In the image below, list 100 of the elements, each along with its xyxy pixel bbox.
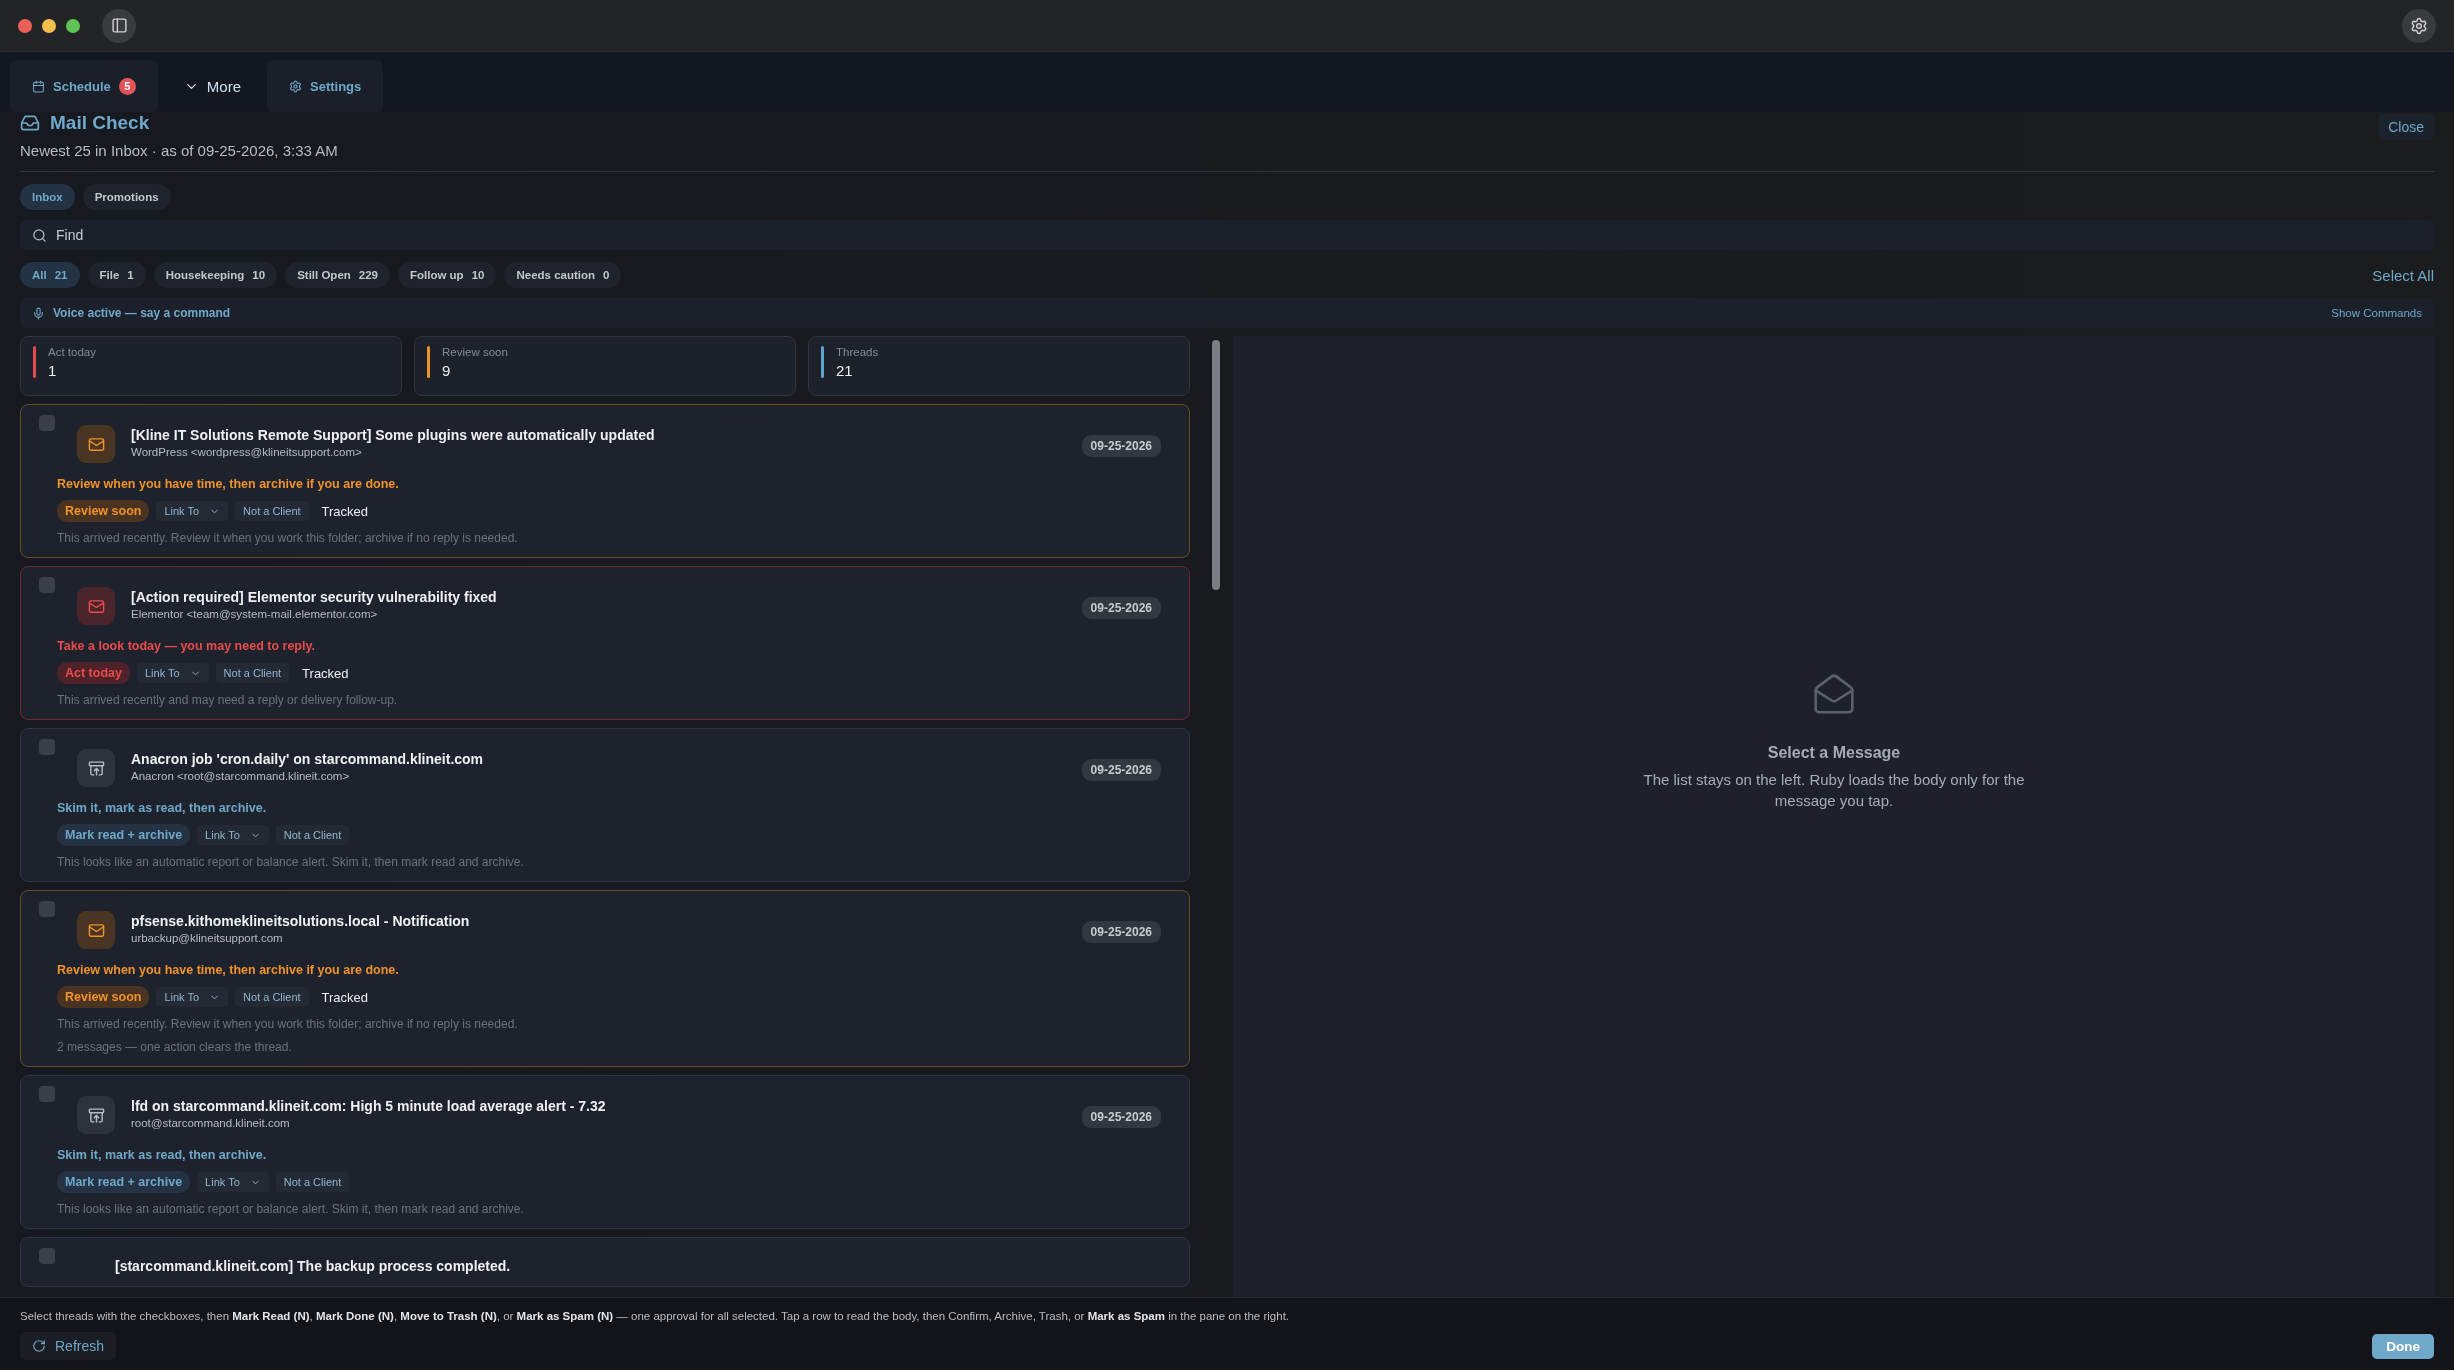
message-card[interactable] [20,566,1190,720]
more-menu[interactable]: More [161,60,263,112]
checkbox[interactable] [39,1248,55,1264]
minimize-window-button[interactable] [42,18,56,33]
link-to-dropdown[interactable]: Link To [156,987,229,1007]
message-note: 2 messages — one action clears the thread. [57,1040,293,1054]
message-note: This looks like an automatic report or balance alert. Skim it, then mark read and archive. [57,855,525,869]
message-note: This arrived recently. Review it when you work this folder; archive if no reply is needed. [57,531,519,545]
message-card[interactable] [20,728,1190,882]
message-card[interactable] [20,404,1190,558]
folder-tab[interactable]: Inbox [20,184,75,210]
count-badge: 5 [118,77,136,95]
message-subject: [starcommand.klineit.com] The backup process completed. [115,1258,512,1274]
refresh-icon [32,1339,46,1353]
voice-status: Voice active — say a command [53,306,231,320]
stat-value: 9 [442,362,452,379]
calendar-icon [32,79,45,93]
folder-tab[interactable]: Promotions [82,184,171,210]
not-client-button[interactable]: Not a Client [275,1172,350,1192]
tray-icon [87,759,105,777]
status-tag: Act today [57,662,130,684]
message-card[interactable] [20,890,1190,1067]
message-sender: Elementor <team@system-mail.elementor.com> [131,608,379,620]
advice-text: Take a look today — you may need to reply. [57,639,316,653]
link-to-dropdown[interactable]: Link To [197,825,269,845]
advice-text: Review when you have time, then archive if you are done. [57,477,400,491]
tracked-label: Tracked [302,665,349,681]
link-to-dropdown[interactable]: Link To [136,663,209,683]
status-tag: Mark read + archive [57,1171,191,1193]
date-badge: 09-25-2026 [1081,759,1161,781]
inbox-icon [20,113,40,133]
search-icon [32,228,47,243]
message-subject: pfsense.kithomeklineitsolutions.local - Notification [131,913,471,929]
status-tag: Mark read + archive [57,824,191,846]
link-to-dropdown[interactable]: Link To [197,1172,269,1192]
checkbox[interactable] [39,739,55,755]
settings-icon [2410,16,2428,35]
select-all-button[interactable]: Select All [2372,266,2434,284]
filter-chip[interactable]: Needs caution 0 [504,262,622,288]
link-to-dropdown[interactable]: Link To [156,501,229,521]
message-note: This looks like an automatic report or balance alert. Skim it, then mark read and archive. [57,1202,525,1216]
message-subject: Anacron job 'cron.daily' on starcommand.klineit.com [131,751,485,767]
close-window-button[interactable] [18,18,32,33]
not-client-button[interactable]: Not a Client [215,663,290,683]
message-sender: WordPress <wordpress@klineitsupport.com> [131,446,363,458]
refresh-button[interactable]: Refresh [20,1332,117,1360]
filter-chip[interactable]: Follow up 10 [398,262,497,288]
date-badge: 09-25-2026 [1081,1106,1161,1128]
empty-text: The list stays on the left. Ruby loads the body only for the message you tap. [1642,770,2026,811]
tray-icon [87,1106,105,1124]
stat-value: 1 [48,362,58,379]
status-tag: Review soon [57,986,150,1008]
message-note: This arrived recently. Review it when you work this folder; archive if no reply is needed. [57,1017,519,1031]
checkbox[interactable] [39,577,55,593]
filter-chip[interactable]: Still Open 229 [285,262,390,288]
message-card[interactable]: [starcommand.klineit.com] The backup process completed. [20,1237,1190,1287]
date-badge: 09-25-2026 [1081,597,1161,619]
message-card[interactable] [20,1075,1190,1229]
checkbox[interactable] [39,1086,55,1102]
page-subtitle: Newest 25 in Inbox · as of 09-25-2026, 3:33 AM [20,142,338,159]
settings-button[interactable] [2402,8,2436,43]
date-badge: 09-25-2026 [1081,921,1161,943]
search-field[interactable]: Find [20,220,2434,250]
tracked-label: Tracked [321,989,369,1005]
checkbox[interactable] [39,901,55,917]
tracked-label: Tracked [321,503,369,519]
checkbox[interactable] [39,415,55,431]
envelope-icon [87,597,105,615]
stat-label: Threads [836,346,879,358]
not-client-button[interactable]: Not a Client [275,825,350,845]
advice-text: Skim it, mark as read, then archive. [57,801,268,815]
advice-text: Skim it, mark as read, then archive. [57,1148,268,1162]
message-subject: lfd on starcommand.klineit.com: High 5 minute load average alert - 7.32 [131,1098,607,1114]
message-sender: urbackup@klineitsupport.com [131,932,284,944]
stat-label: Act today [48,346,96,358]
empty-title: Select a Message [1767,744,1901,763]
not-client-button[interactable]: Not a Client [235,501,309,521]
message-subject: [Kline IT Solutions Remote Support] Some plugins were automatically updated [131,427,656,443]
message-note: This arrived recently and may need a reply or delivery follow-up. [57,693,399,707]
page-title: Mail Check [50,112,150,134]
advice-text: Review when you have time, then archive if you are done. [57,963,400,977]
zoom-window-button[interactable] [66,18,80,33]
message-sender: root@starcommand.klineit.com [131,1117,291,1129]
envelope-icon [87,921,105,939]
gear-icon [289,79,302,93]
filter-chip[interactable]: Housekeeping 10 [153,262,278,288]
sidebar-toggle-button[interactable] [102,8,136,43]
envelope-icon [87,435,105,453]
settings-tab[interactable]: Settings [267,60,384,112]
filter-chip[interactable]: File 1 [87,262,146,288]
schedule-tab[interactable]: Schedule 5 [10,60,158,112]
not-client-button[interactable]: Not a Client [235,987,309,1007]
sidebar-icon [110,17,128,34]
filter-chip[interactable]: All 21 [20,262,80,288]
date-badge: 09-25-2026 [1081,435,1161,457]
open-envelope-icon [1812,672,1856,717]
show-commands-button[interactable]: Show Commands [2331,307,2422,319]
message-sender: Anacron <root@starcommand.klineit.com> [131,770,351,782]
stat-value: 21 [836,362,854,379]
close-button[interactable]: Close [2378,114,2434,140]
